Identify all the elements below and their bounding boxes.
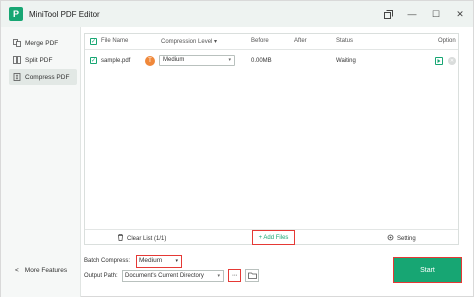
header-status: Status [336,38,354,44]
row-checkbox[interactable]: ✓ [90,57,97,64]
window-controls: — ☐ ✕ [381,1,467,27]
close-button[interactable]: ✕ [453,7,467,21]
app-logo: P [9,7,23,21]
chevron-down-icon: ▾ [217,273,220,279]
add-files-button[interactable]: + Add Files [252,230,295,245]
output-path-select[interactable]: Document's Current Directory ▾ [122,270,224,282]
more-features-label: More Features [24,267,68,274]
header-compression-level-label: Compression Level [161,39,213,45]
maximize-button[interactable]: ☐ [429,7,443,21]
row-file-name: sample.pdf [101,58,131,64]
caret-down-icon: ▾ [214,39,218,45]
split-icon [13,56,21,64]
list-footer: Clear List (1/1) + Add Files Setting [85,229,458,245]
sidebar-item-label: Split PDF [25,56,53,64]
gear-icon [387,234,394,243]
compress-icon [13,73,21,81]
clear-list-button[interactable]: Clear List (1/1) [117,234,166,243]
row-before: 0.00MB [251,58,272,64]
clear-list-label: Clear List (1/1) [127,235,167,242]
row-status: Waiting [336,58,356,64]
sidebar-item-merge-pdf[interactable]: Merge PDF [9,35,77,51]
chevron-left-icon: < [15,267,19,274]
file-type-icon: T [145,56,155,66]
table-row[interactable]: ✓ sample.pdf T Medium ▾ 0.00MB Waiting ✕ [85,52,458,70]
trash-icon [117,234,124,243]
remove-icon[interactable]: ✕ [448,57,456,65]
merge-icon [13,39,21,47]
browse-path-button[interactable]: ··· [228,269,241,282]
table-header: ✓ File Name Compression Level ▾ Before A… [85,34,458,50]
start-button[interactable]: Start [393,257,462,283]
sidebar-item-split-pdf[interactable]: Split PDF [9,52,77,68]
batch-compress-select[interactable]: Medium ▾ [136,255,182,268]
header-file-name: File Name [101,38,129,44]
output-path-value: Document's Current Directory [125,273,204,279]
setting-button[interactable]: Setting [387,234,416,243]
sidebar-item-label: Compress PDF [25,73,70,81]
sidebar-item-label: Merge PDF [25,39,59,47]
chevron-down-icon: ▾ [175,258,178,264]
restore-icon[interactable] [381,7,395,21]
app-window: P MiniTool PDF Editor — ☐ ✕ Merge PDF Sp… [0,0,474,297]
minimize-button[interactable]: — [405,7,419,21]
setting-label: Setting [397,235,416,242]
batch-compress-label: Batch Compress: [84,258,131,264]
sidebar: Merge PDF Split PDF Compress PDF < More … [1,27,81,297]
preview-icon[interactable] [435,57,443,65]
app-title: MiniTool PDF Editor [29,9,100,19]
header-after: After [294,38,307,44]
more-features-button[interactable]: < More Features [15,267,67,274]
file-list-panel: ✓ File Name Compression Level ▾ Before A… [84,33,459,245]
title-bar: P MiniTool PDF Editor — ☐ ✕ [1,1,473,27]
compression-level-select[interactable]: Medium ▾ [159,55,235,66]
sidebar-item-compress-pdf[interactable]: Compress PDF [9,69,77,85]
folder-icon[interactable] [245,269,259,282]
select-all-checkbox[interactable]: ✓ [90,38,97,45]
compression-level-value: Medium [163,57,185,63]
batch-compress-value: Medium [139,257,163,264]
output-path-label: Output Path: [84,273,118,279]
chevron-down-icon: ▾ [228,57,231,63]
header-before: Before [251,38,269,44]
header-compression-level[interactable]: Compression Level ▾ [161,38,217,45]
header-option: Option [438,38,456,44]
